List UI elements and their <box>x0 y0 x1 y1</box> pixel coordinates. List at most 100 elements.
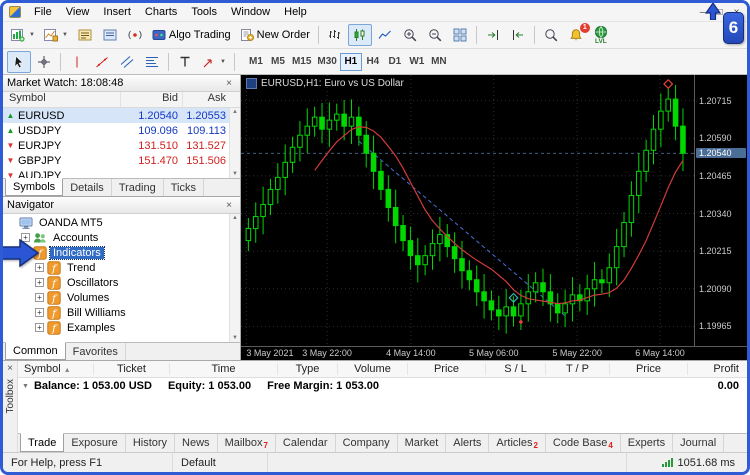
tab-alerts[interactable]: Alerts <box>446 434 489 452</box>
zoom-in-button[interactable] <box>398 24 422 46</box>
menu-insert[interactable]: Insert <box>96 4 138 20</box>
toolbox-close-icon[interactable]: × <box>3 363 17 374</box>
tree-item-bill-williams[interactable]: +fBill Williams <box>3 305 240 320</box>
status-connection[interactable]: 1051.68 ms <box>627 453 747 472</box>
market-watch-row-gbpjpy[interactable]: ▼GBPJPY151.470151.506 <box>3 153 240 168</box>
tree-item-examples[interactable]: +fExamples <box>3 320 240 335</box>
market-watch-row-audjpy[interactable]: ▼AUDJPY <box>3 168 240 178</box>
cursor-tool-button[interactable] <box>7 51 31 73</box>
time-axis[interactable]: 3 May 20213 May 22:004 May 14:005 May 06… <box>241 346 747 360</box>
expand-toggle-icon[interactable]: + <box>35 308 44 317</box>
market-watch-toggle-button[interactable] <box>73 24 97 46</box>
expand-toggle-icon[interactable]: + <box>35 293 44 302</box>
timeframe-h1[interactable]: H1 <box>340 53 362 71</box>
menu-file[interactable]: File <box>27 4 59 20</box>
chart-window[interactable]: EURUSD,H1: Euro vs US Dollar 1.207151.20… <box>241 75 747 360</box>
tab-market[interactable]: Market <box>398 434 447 452</box>
column-header-bid[interactable]: Bid <box>120 92 182 107</box>
profiles-dropdown-icon[interactable]: ▼ <box>62 32 68 38</box>
crosshair-tool-button[interactable] <box>32 51 56 73</box>
balance-row[interactable]: ▼ Balance: 1 053.00 USDEquity: 1 053.00F… <box>18 378 747 394</box>
tab-articles[interactable]: Articles2 <box>489 434 546 452</box>
fibonacci-tool-button[interactable] <box>140 51 164 73</box>
notifications-button[interactable]: 1 <box>564 24 588 46</box>
vertical-line-tool-button[interactable] <box>65 51 89 73</box>
tab-details[interactable]: Details <box>63 179 112 196</box>
tab-calendar[interactable]: Calendar <box>276 434 336 452</box>
zoom-out-button[interactable] <box>423 24 447 46</box>
tab-journal[interactable]: Journal <box>673 434 724 452</box>
search-button[interactable] <box>539 24 563 46</box>
new-chart-dropdown-icon[interactable]: ▼ <box>29 32 35 38</box>
market-watch-row-eurjpy[interactable]: ▼EURJPY131.510131.527 <box>3 138 240 153</box>
profiles-button[interactable]: ▼ <box>40 24 72 46</box>
expand-toggle-icon[interactable]: + <box>35 278 44 287</box>
chart-shift-button[interactable] <box>481 24 505 46</box>
menu-help[interactable]: Help <box>277 4 314 20</box>
timeframe-mn[interactable]: MN <box>428 53 450 71</box>
timeframe-m15[interactable]: M15 <box>289 53 314 71</box>
tab-code-base[interactable]: Code Base4 <box>546 434 621 452</box>
timeframe-m1[interactable]: M1 <box>245 53 267 71</box>
text-tool-button[interactable] <box>173 51 197 73</box>
tab-mailbox[interactable]: Mailbox7 <box>218 434 276 452</box>
trade-column-volume[interactable]: Volume <box>338 363 408 375</box>
market-watch-scrollbar[interactable]: ▲▼ <box>229 108 240 178</box>
market-watch-row-usdjpy[interactable]: ▲USDJPY109.096109.113 <box>3 123 240 138</box>
status-profile[interactable]: Default <box>173 453 268 472</box>
market-depth-toggle-button[interactable] <box>123 24 147 46</box>
tab-experts[interactable]: Experts <box>621 434 673 452</box>
trade-column-ticket[interactable]: Ticket <box>94 363 170 375</box>
column-header-symbol[interactable]: Symbol <box>3 92 120 107</box>
menu-view[interactable]: View <box>59 4 97 20</box>
auto-scroll-button[interactable] <box>506 24 530 46</box>
timeframe-m5[interactable]: M5 <box>267 53 289 71</box>
trade-column-time[interactable]: Time <box>170 363 278 375</box>
tab-trade[interactable]: Trade <box>20 433 64 452</box>
market-watch-row-eurusd[interactable]: ▲EURUSD1.205401.20553 <box>3 108 240 123</box>
tab-favorites[interactable]: Favorites <box>66 343 126 360</box>
timeframe-h4[interactable]: H4 <box>362 53 384 71</box>
data-window-toggle-button[interactable] <box>98 24 122 46</box>
candlestick-chart-button[interactable] <box>348 24 372 46</box>
arrows-tool-dropdown-icon[interactable]: ▼ <box>220 59 226 65</box>
tab-trading[interactable]: Trading <box>112 179 164 196</box>
navigator-scrollbar[interactable]: ▲▼ <box>229 214 240 342</box>
new-order-button[interactable]: New Order <box>236 24 314 46</box>
line-chart-button[interactable] <box>373 24 397 46</box>
tree-item-oscillators[interactable]: +fOscillators <box>3 275 240 290</box>
community-button[interactable]: LVL <box>589 24 613 46</box>
tab-company[interactable]: Company <box>336 434 398 452</box>
bar-chart-button[interactable] <box>323 24 347 46</box>
menu-tools[interactable]: Tools <box>184 4 224 20</box>
algo-trading-button[interactable]: Algo Trading <box>148 24 235 46</box>
trade-column-t-p[interactable]: T / P <box>546 363 610 375</box>
menu-charts[interactable]: Charts <box>138 4 184 20</box>
navigator-close-icon[interactable]: × <box>222 200 236 211</box>
price-scale[interactable]: 1.207151.205901.204651.203401.202151.200… <box>694 75 747 346</box>
collapse-icon[interactable]: ▼ <box>22 383 29 390</box>
tab-ticks[interactable]: Ticks <box>164 179 204 196</box>
trendline-tool-button[interactable] <box>90 51 114 73</box>
column-header-ask[interactable]: Ask <box>182 92 240 107</box>
tile-windows-button[interactable] <box>448 24 472 46</box>
new-chart-button[interactable]: ▼ <box>7 24 39 46</box>
tab-news[interactable]: News <box>175 434 218 452</box>
trade-column-type[interactable]: Type <box>278 363 338 375</box>
tab-symbols[interactable]: Symbols <box>5 178 63 196</box>
tab-exposure[interactable]: Exposure <box>64 434 125 452</box>
arrows-tool-button[interactable]: ▼ <box>198 51 230 73</box>
expand-toggle-icon[interactable]: + <box>35 323 44 332</box>
timeframe-d1[interactable]: D1 <box>384 53 406 71</box>
trade-column-price[interactable]: Price <box>408 363 486 375</box>
market-watch-close-icon[interactable]: × <box>222 78 236 89</box>
tree-item-oanda-mt5[interactable]: OANDA MT5 <box>3 215 240 230</box>
timeframe-m30[interactable]: M30 <box>314 53 339 71</box>
trade-column-symbol[interactable]: Symbol▲ <box>18 363 94 375</box>
chart-plot-area[interactable] <box>241 75 694 346</box>
menu-window[interactable]: Window <box>224 4 277 20</box>
trade-column-s-l[interactable]: S / L <box>486 363 546 375</box>
tab-common[interactable]: Common <box>5 342 66 360</box>
trade-column-price[interactable]: Price <box>610 363 688 375</box>
equidistant-channel-tool-button[interactable] <box>115 51 139 73</box>
